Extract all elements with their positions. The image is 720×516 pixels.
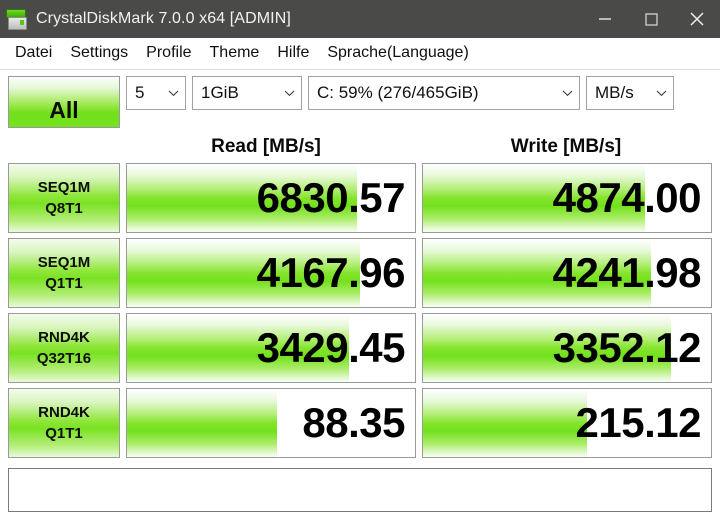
target-drive-select[interactable]: C: 59% (276/465GiB)	[308, 76, 580, 110]
chevron-down-icon	[562, 90, 573, 97]
read-score-value: 4167.96	[256, 249, 406, 296]
maximize-button[interactable]	[628, 0, 674, 38]
test-size-select[interactable]: 1GiB	[192, 76, 302, 110]
target-drive-value: C: 59% (276/465GiB)	[317, 83, 479, 102]
close-button[interactable]	[674, 0, 720, 38]
unit-value: MB/s	[595, 83, 634, 102]
read-score-cell[interactable]: 6830.57	[126, 163, 416, 233]
menu-item-settings[interactable]: Settings	[61, 42, 137, 65]
menu-item-profile[interactable]: Profile	[137, 42, 200, 65]
read-score-cell[interactable]: 3429.45	[126, 313, 416, 383]
test-label-rnd4k-q32t16[interactable]: RND4K Q32T16	[8, 313, 120, 383]
test-size-value: 1GiB	[201, 83, 239, 102]
table-row: RND4K Q1T1 88.35 215.12	[8, 388, 712, 458]
read-score-value: 6830.57	[256, 174, 406, 221]
write-score-bar	[423, 389, 588, 457]
column-headers: Read [MB/s] Write [MB/s]	[0, 133, 720, 163]
test-label-seq1m-q8t1[interactable]: SEQ1M Q8T1	[8, 163, 120, 233]
comment-input[interactable]	[8, 468, 712, 512]
close-icon	[690, 12, 704, 26]
test-label-rnd4k-q1t1[interactable]: RND4K Q1T1	[8, 388, 120, 458]
minimize-button[interactable]	[582, 0, 628, 38]
test-label-seq1m-q1t1[interactable]: SEQ1M Q1T1	[8, 238, 120, 308]
read-score-bar	[127, 389, 277, 457]
results-table: SEQ1M Q8T1 6830.57 4874.00 SEQ1M Q1T1 41…	[0, 163, 720, 458]
minimize-icon	[599, 18, 611, 20]
toolbar: All 5 1GiB C: 59% (276/465GiB) MB/s	[0, 70, 720, 132]
menu-bar: Datei Settings Profile Theme Hilfe Sprac…	[0, 38, 720, 70]
unit-select[interactable]: MB/s	[586, 76, 674, 110]
menu-item-datei[interactable]: Datei	[6, 42, 61, 65]
write-score-cell[interactable]: 3352.12	[422, 313, 712, 383]
test-name: SEQ1M	[37, 254, 91, 271]
test-queue: Q8T1	[45, 200, 83, 217]
window-controls	[582, 0, 720, 38]
menu-item-sprache[interactable]: Sprache(Language)	[318, 42, 477, 65]
table-row: SEQ1M Q8T1 6830.57 4874.00	[8, 163, 712, 233]
run-all-label: All	[49, 97, 79, 123]
table-row: RND4K Q32T16 3429.45 3352.12	[8, 313, 712, 383]
write-score-cell[interactable]: 215.12	[422, 388, 712, 458]
write-score-value: 3352.12	[552, 324, 702, 371]
test-queue: Q1T1	[45, 275, 83, 292]
title-bar[interactable]: CrystalDiskMark 7.0.0 x64 [ADMIN]	[0, 0, 720, 38]
write-score-value: 4241.98	[552, 249, 702, 296]
read-score-value: 88.35	[302, 399, 405, 446]
chevron-down-icon	[168, 90, 179, 97]
write-score-value: 4874.00	[552, 174, 702, 221]
menu-item-hilfe[interactable]: Hilfe	[268, 42, 318, 65]
write-score-value: 215.12	[575, 399, 702, 446]
run-count-select[interactable]: 5	[126, 76, 186, 110]
test-name: SEQ1M	[37, 179, 91, 196]
write-column-header: Write [MB/s]	[510, 136, 622, 157]
test-name: RND4K	[38, 329, 90, 346]
window-title: CrystalDiskMark 7.0.0 x64 [ADMIN]	[36, 10, 291, 27]
run-count-value: 5	[135, 83, 145, 102]
maximize-icon	[645, 13, 658, 26]
read-score-cell[interactable]: 88.35	[126, 388, 416, 458]
column-header-spacer	[8, 133, 120, 163]
test-queue: Q1T1	[45, 425, 83, 442]
disk-drive-icon	[6, 8, 28, 30]
write-score-cell[interactable]: 4241.98	[422, 238, 712, 308]
table-row: SEQ1M Q1T1 4167.96 4241.98	[8, 238, 712, 308]
read-score-value: 3429.45	[256, 324, 406, 371]
write-score-cell[interactable]: 4874.00	[422, 163, 712, 233]
read-column-header: Read [MB/s]	[211, 136, 321, 157]
run-all-button[interactable]: All	[8, 76, 120, 128]
read-score-cell[interactable]: 4167.96	[126, 238, 416, 308]
menu-item-theme[interactable]: Theme	[201, 42, 269, 65]
test-name: RND4K	[38, 404, 90, 421]
test-queue: Q32T16	[36, 350, 92, 367]
chevron-down-icon	[656, 90, 667, 97]
chevron-down-icon	[284, 90, 295, 97]
